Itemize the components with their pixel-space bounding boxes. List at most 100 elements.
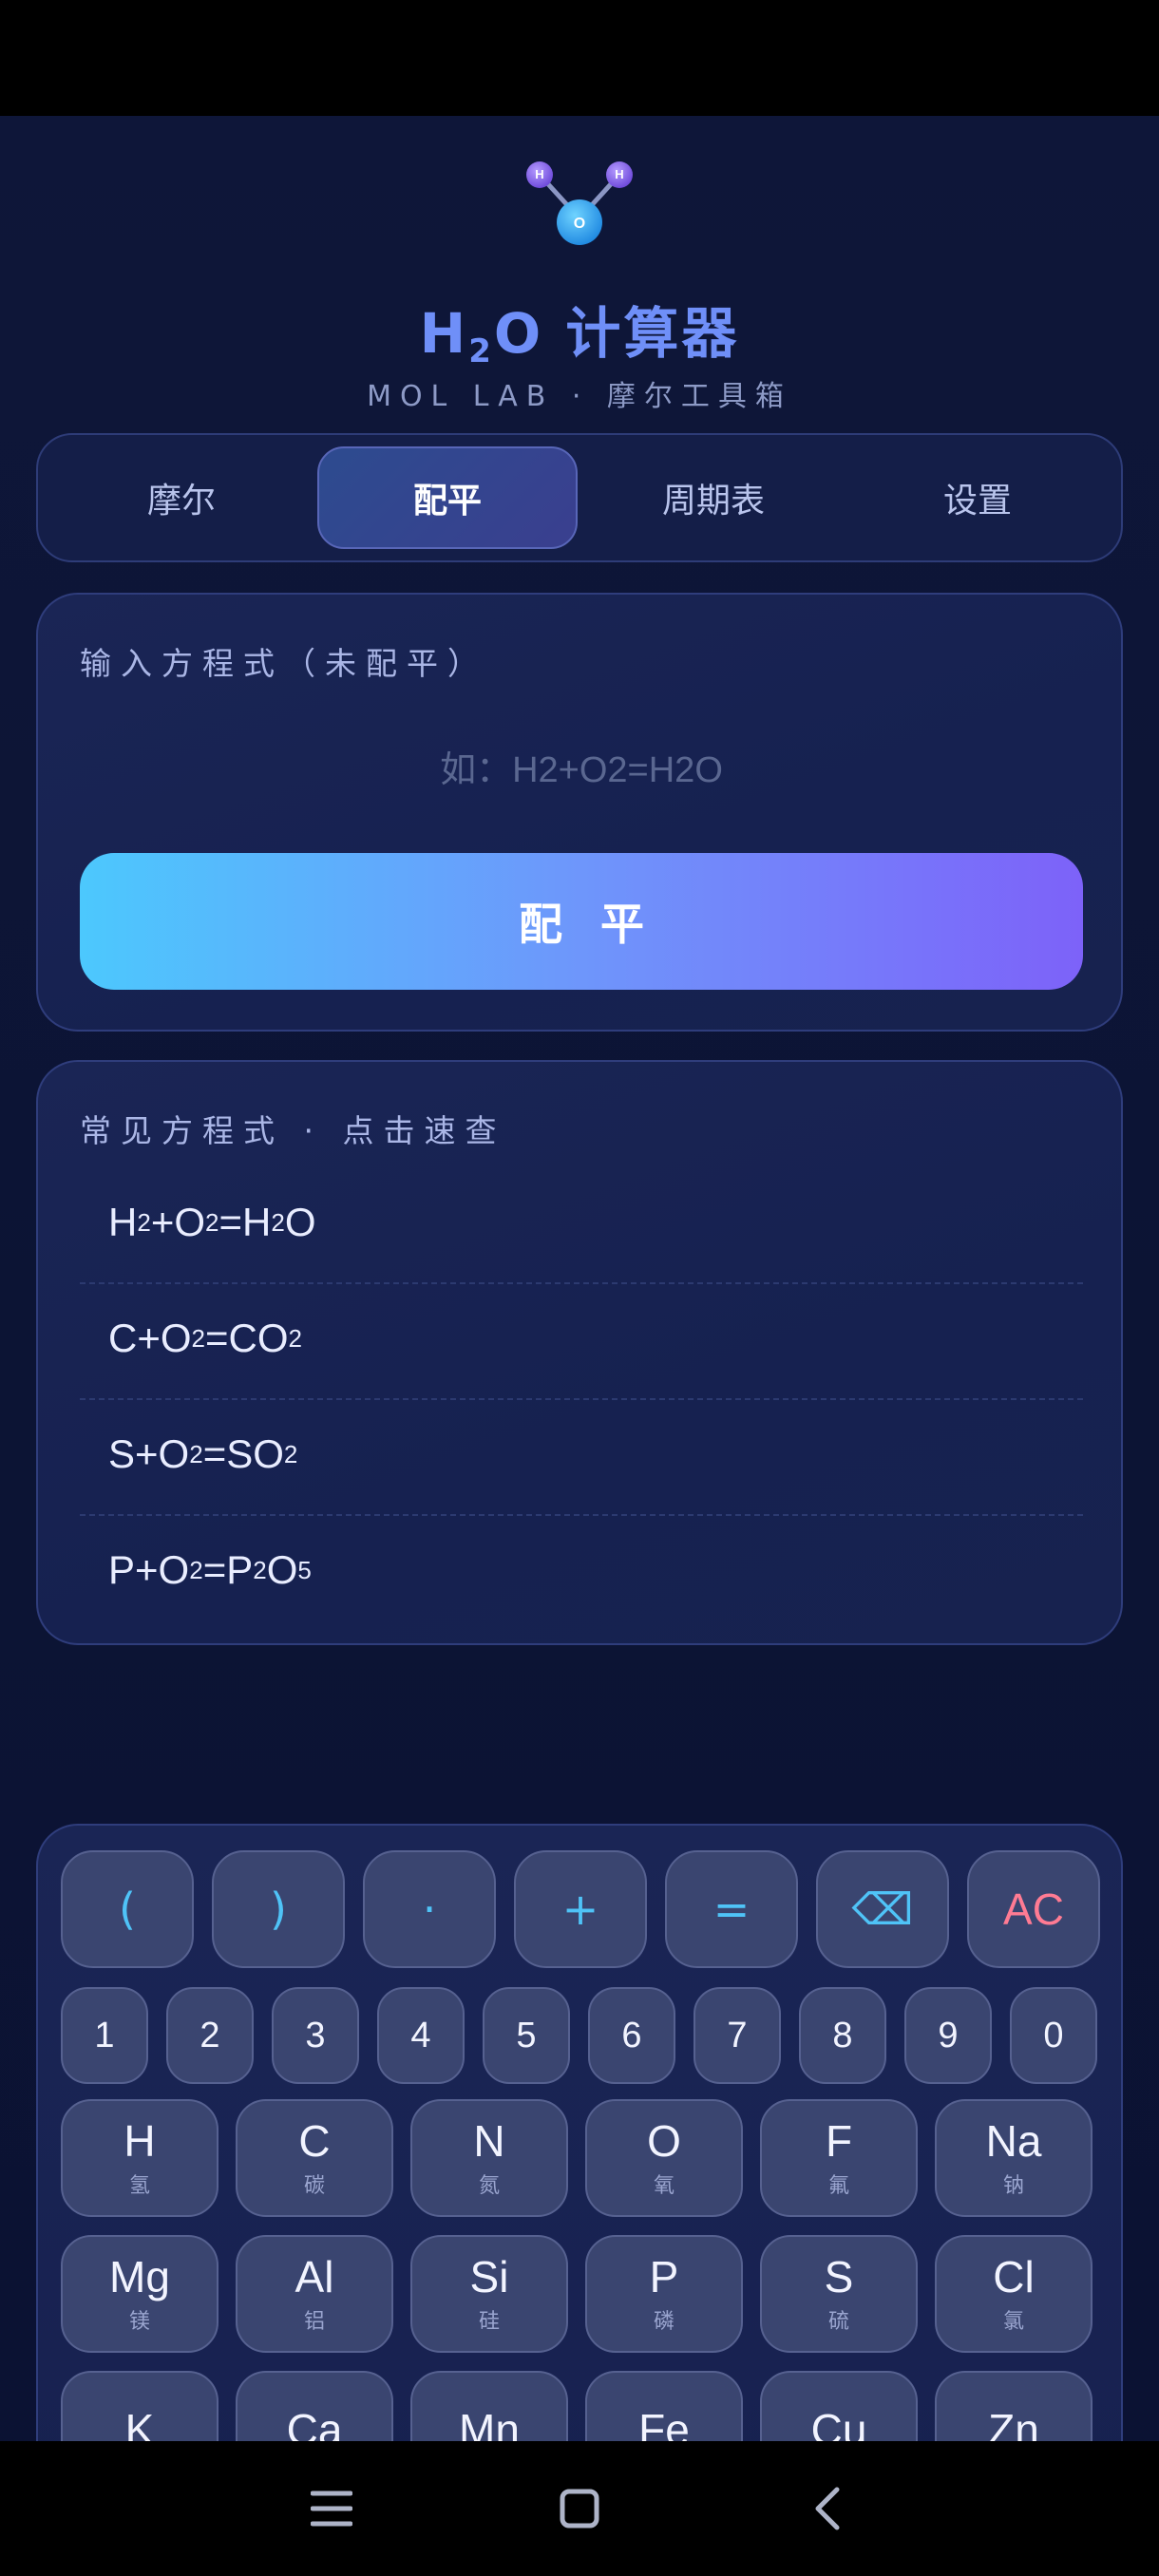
equation-text: S+O: [108, 1431, 190, 1476]
equation-subscript: 2: [189, 1555, 203, 1584]
element-chinese-name: 氯: [1002, 2310, 1024, 2334]
system-nav-bar: [0, 2441, 1159, 2576]
element-key-f[interactable]: F氟: [760, 2099, 918, 2217]
element-key-cu[interactable]: Cu: [760, 2371, 918, 2441]
element-key-al[interactable]: Al 铝: [236, 2235, 393, 2353]
app-title-sub: 2: [468, 332, 494, 370]
element-symbol: N: [473, 2116, 505, 2166]
equation-subscript: 2: [253, 1555, 267, 1584]
app-title-prefix: H: [419, 301, 469, 366]
tab-mole[interactable]: 摩尔: [53, 446, 310, 549]
key-digit-0[interactable]: 0: [1010, 1987, 1097, 2084]
key-digit-9[interactable]: 9: [904, 1987, 992, 2084]
key-clear-all[interactable]: AC: [967, 1850, 1100, 1968]
key-equals[interactable]: =: [665, 1850, 798, 1968]
element-key-h[interactable]: H氢: [61, 2099, 218, 2217]
element-key-c[interactable]: C碳: [236, 2099, 393, 2217]
element-symbol: P: [649, 2252, 679, 2301]
equation-subscript: 2: [205, 1207, 219, 1237]
element-key-zn[interactable]: Zn: [935, 2371, 1092, 2441]
app-screen: H H O H2O 计算器 MOL LAB · 摩尔工具箱 摩尔 配平 周期表 …: [0, 116, 1159, 2441]
equation-text: H: [108, 1200, 138, 1244]
key-open-paren[interactable]: (: [61, 1850, 194, 1968]
key-digit-6[interactable]: 6: [588, 1987, 675, 2084]
menu-icon[interactable]: [298, 2475, 365, 2542]
element-chinese-name: 氧: [653, 2174, 674, 2198]
element-chinese-name: 氢: [128, 2174, 150, 2198]
element-symbol: Na: [985, 2116, 1042, 2166]
element-chinese-name: 硫: [827, 2310, 849, 2334]
element-symbol: Fe: [638, 2405, 690, 2441]
tab-bar: 摩尔 配平 周期表 设置: [36, 433, 1123, 562]
app-title-rest: O 计算器: [493, 301, 740, 366]
element-chinese-name: 氮: [478, 2174, 500, 2198]
element-chinese-name: 镁: [128, 2310, 150, 2334]
key-close-paren[interactable]: ): [212, 1850, 345, 1968]
equation-input-label: 输入方程式（未配平）: [80, 645, 488, 682]
element-symbol: Cl: [993, 2252, 1035, 2301]
key-dot[interactable]: ·: [363, 1850, 496, 1968]
element-chinese-name: 氟: [827, 2174, 849, 2198]
app-subtitle: MOL LAB · 摩尔工具箱: [367, 380, 792, 413]
element-key-mn[interactable]: Mn: [410, 2371, 568, 2441]
key-digit-3[interactable]: 3: [272, 1987, 359, 2084]
equation-subscript: 2: [271, 1207, 285, 1237]
element-key-s[interactable]: S硫: [760, 2235, 918, 2353]
equation-text: =H: [218, 1200, 272, 1244]
key-digit-5[interactable]: 5: [483, 1987, 570, 2084]
equation-text: P+O: [108, 1547, 190, 1592]
key-digit-8[interactable]: 8: [799, 1987, 886, 2084]
equation-text: C+O: [108, 1316, 192, 1360]
element-key-na[interactable]: Na 钠: [935, 2099, 1092, 2217]
key-digit-1[interactable]: 1: [61, 1987, 148, 2084]
element-symbol: Si: [469, 2252, 509, 2301]
key-digit-7[interactable]: 7: [694, 1987, 781, 2084]
equation-item[interactable]: P+O 2 =P 2 O 5: [80, 1512, 1083, 1628]
element-key-k[interactable]: K: [61, 2371, 218, 2441]
element-key-fe[interactable]: Fe: [585, 2371, 743, 2441]
back-icon[interactable]: [794, 2475, 861, 2542]
element-symbol: K: [124, 2405, 155, 2441]
backspace-icon[interactable]: ⌫: [816, 1850, 949, 1968]
element-symbol: Zn: [988, 2405, 1039, 2441]
balance-button[interactable]: 配平: [80, 853, 1083, 990]
equation-item[interactable]: S+O 2 =SO 2: [80, 1396, 1083, 1512]
element-key-p[interactable]: P磷: [585, 2235, 743, 2353]
element-symbol: Al: [294, 2252, 334, 2301]
equation-input[interactable]: [80, 728, 1083, 813]
element-symbol: Cu: [810, 2405, 867, 2441]
element-key-o[interactable]: O氧: [585, 2099, 743, 2217]
app-title: H2O 计算器: [0, 289, 1159, 370]
element-chinese-name: 铝: [303, 2310, 325, 2334]
element-chinese-name: 硅: [478, 2310, 500, 2334]
equation-item[interactable]: H 2 +O 2 =H 2 O: [80, 1165, 1083, 1280]
logo-atom-o: O: [574, 216, 585, 232]
equation-subscript: 2: [288, 1323, 302, 1353]
element-chinese-name: 碳: [303, 2174, 325, 2198]
key-plus[interactable]: +: [514, 1850, 647, 1968]
equation-text: O: [284, 1200, 316, 1244]
key-digit-2[interactable]: 2: [166, 1987, 254, 2084]
element-symbol: C: [298, 2116, 331, 2166]
element-key-cl[interactable]: Cl 氯: [935, 2235, 1092, 2353]
element-key-n[interactable]: N氮: [410, 2099, 568, 2217]
element-chinese-name: 钠: [1002, 2174, 1024, 2198]
element-symbol: O: [647, 2116, 681, 2166]
tab-periodic-table[interactable]: 周期表: [585, 446, 842, 549]
element-key-ca[interactable]: Ca: [236, 2371, 393, 2441]
element-symbol: F: [825, 2116, 853, 2166]
logo-atom-h2: H: [615, 167, 623, 181]
balance-card: 输入方程式（未配平） 配平: [36, 593, 1123, 1032]
element-key-si[interactable]: Si 硅: [410, 2235, 568, 2353]
equation-text: =CO: [205, 1316, 289, 1360]
key-digit-4[interactable]: 4: [377, 1987, 465, 2084]
equation-text: O: [266, 1547, 298, 1592]
equation-text: +O: [150, 1200, 206, 1244]
logo-atom-h1: H: [535, 167, 543, 181]
tab-balance[interactable]: 配平: [317, 446, 578, 549]
equation-item[interactable]: C+O 2 =CO 2: [80, 1280, 1083, 1396]
common-equations-label: 常见方程式 · 点击速查: [80, 1112, 506, 1149]
tab-settings[interactable]: 设置: [849, 446, 1106, 549]
element-key-mg[interactable]: Mg 镁: [61, 2235, 218, 2353]
home-icon[interactable]: [546, 2475, 613, 2542]
